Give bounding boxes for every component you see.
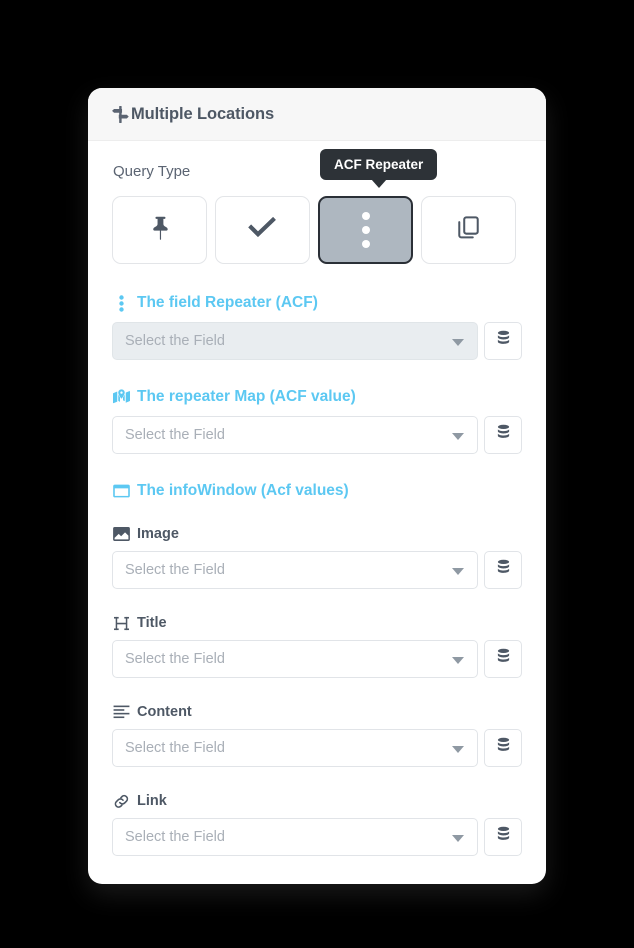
- field-label-text: Link: [137, 793, 167, 809]
- query-type-option-acf-repeater[interactable]: [318, 196, 413, 264]
- heading-h-icon: [113, 615, 130, 631]
- field-label-image: Image: [113, 526, 522, 542]
- section-title-text: The field Repeater (ACF): [137, 294, 318, 311]
- image-select[interactable]: Select the Field: [112, 551, 478, 589]
- field-label-text: Image: [137, 526, 179, 542]
- link-select[interactable]: Select the Field: [112, 818, 478, 856]
- repeater-map-database-button[interactable]: [484, 416, 522, 454]
- signpost-icon: [110, 104, 130, 124]
- vertical-dots-icon: [361, 212, 370, 248]
- field-label-title: Title: [113, 615, 522, 631]
- field-repeater-select[interactable]: Select the Field: [112, 322, 478, 360]
- page-root: Multiple Locations Query Type ACF Repeat…: [0, 0, 634, 948]
- panel-body: Query Type ACF Repeater The field Repeat…: [88, 141, 546, 884]
- section-title-text: The repeater Map (ACF value): [137, 388, 356, 405]
- panel-header: Multiple Locations: [88, 88, 546, 141]
- content-database-button[interactable]: [484, 729, 522, 767]
- chevron-down-icon: [452, 339, 464, 346]
- section-title-infowindow: The infoWindow (Acf values): [113, 482, 522, 500]
- content-select-value: Select the Field: [125, 740, 225, 756]
- field-repeater-select-value: Select the Field: [125, 333, 225, 349]
- database-icon: [496, 559, 511, 581]
- link-select-value: Select the Field: [125, 829, 225, 845]
- field-label-text: Content: [137, 704, 192, 720]
- multiple-locations-panel: Multiple Locations Query Type ACF Repeat…: [88, 88, 546, 884]
- repeater-map-select-value: Select the Field: [125, 427, 225, 443]
- section-title-text: The infoWindow (Acf values): [137, 482, 349, 499]
- query-type-option-duplicate[interactable]: [421, 196, 516, 264]
- window-icon: [113, 483, 130, 500]
- title-select-row: Select the Field: [112, 640, 522, 678]
- field-label-link: Link: [113, 793, 522, 809]
- vertical-dots-icon: [113, 294, 130, 312]
- database-icon: [496, 737, 511, 759]
- query-type-tooltip: ACF Repeater: [320, 149, 438, 180]
- query-type-option-single-location[interactable]: [112, 196, 207, 264]
- copy-icon: [455, 214, 482, 246]
- database-icon: [496, 330, 511, 352]
- link-database-button[interactable]: [484, 818, 522, 856]
- image-select-row: Select the Field: [112, 551, 522, 589]
- panel-title: Multiple Locations: [131, 104, 275, 123]
- align-left-icon: [113, 704, 130, 720]
- chevron-down-icon: [452, 657, 464, 664]
- database-icon: [496, 826, 511, 848]
- field-repeater-database-button[interactable]: [484, 322, 522, 360]
- chevron-down-icon: [452, 835, 464, 842]
- database-icon: [496, 648, 511, 670]
- query-type-button-group: ACF Repeater: [112, 149, 522, 264]
- title-database-button[interactable]: [484, 640, 522, 678]
- image-icon: [113, 526, 130, 542]
- query-type-option-multiple-checked[interactable]: [215, 196, 310, 264]
- section-title-repeater-map: The repeater Map (ACF value): [113, 388, 522, 406]
- chevron-down-icon: [452, 433, 464, 440]
- field-label-content: Content: [113, 704, 522, 720]
- query-type-label: Query Type: [113, 163, 191, 180]
- image-select-value: Select the Field: [125, 562, 225, 578]
- title-select-value: Select the Field: [125, 651, 225, 667]
- double-check-icon: [247, 213, 278, 248]
- database-icon: [496, 424, 511, 446]
- link-icon: [113, 793, 130, 809]
- map-marked-icon: [113, 389, 130, 406]
- chevron-down-icon: [452, 568, 464, 575]
- image-database-button[interactable]: [484, 551, 522, 589]
- title-select[interactable]: Select the Field: [112, 640, 478, 678]
- link-select-row: Select the Field: [112, 818, 522, 856]
- section-title-field-repeater: The field Repeater (ACF): [113, 294, 522, 312]
- pin-icon: [146, 214, 174, 247]
- repeater-map-select[interactable]: Select the Field: [112, 416, 478, 454]
- repeater-map-select-row: Select the Field: [112, 416, 522, 454]
- field-label-text: Title: [137, 615, 167, 631]
- content-select-row: Select the Field: [112, 729, 522, 767]
- chevron-down-icon: [452, 746, 464, 753]
- content-select[interactable]: Select the Field: [112, 729, 478, 767]
- field-repeater-select-row: Select the Field: [112, 322, 522, 360]
